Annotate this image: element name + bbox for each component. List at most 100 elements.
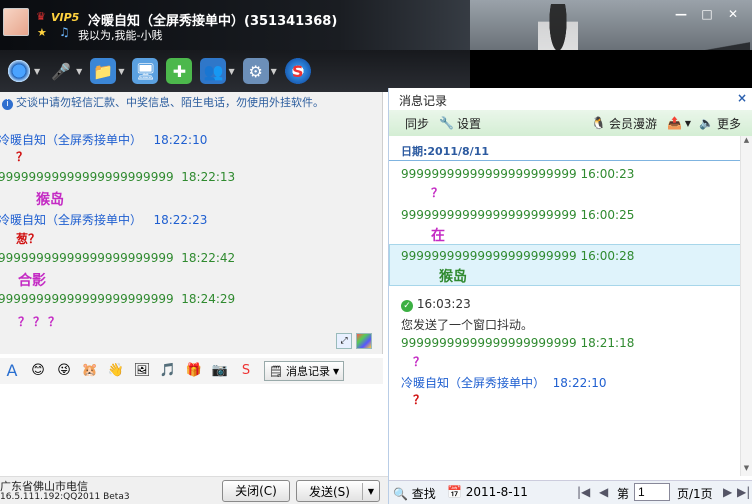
qq-show-icon[interactable]: S bbox=[236, 361, 256, 381]
group-chat-icon: 👥 bbox=[200, 58, 227, 84]
history-message-header: 99999999999999999999999 18:21:18 bbox=[401, 336, 635, 350]
folder-icon: 📁 bbox=[90, 58, 117, 84]
chevron-down-icon[interactable]: ▼ bbox=[271, 67, 277, 76]
member-roaming-button[interactable]: 🐧 会员漫游 bbox=[591, 115, 657, 132]
skin-figure bbox=[538, 4, 578, 50]
nudge-icon[interactable]: 👋 bbox=[106, 361, 126, 381]
search-button[interactable]: 🔍 查找 bbox=[393, 485, 436, 502]
message-text: ？ bbox=[16, 150, 29, 164]
contact-version: 16.5.111.192:QQ2011 Beta3 bbox=[0, 492, 130, 502]
font-icon[interactable]: A bbox=[2, 361, 22, 381]
remote-assist-tool[interactable]: 🖥 bbox=[132, 58, 159, 84]
date-picker[interactable]: 📅 2011-8-11 bbox=[447, 485, 528, 499]
history-title: 消息记录 bbox=[399, 94, 448, 108]
sync-button[interactable]: 同步 bbox=[405, 115, 429, 132]
history-message-header: 99999999999999999999999 16:00:25 bbox=[401, 208, 635, 222]
skin-road bbox=[570, 40, 750, 50]
expand-icon[interactable]: ⤢ bbox=[336, 333, 352, 349]
security-notice: i 交谈中请勿轻信汇款、中奖信息、陌生电话，勿使用外挂软件。 bbox=[2, 94, 324, 110]
history-message-header: 99999999999999999999999 16:00:23 bbox=[401, 167, 635, 181]
bottom-bar: 广东省佛山市电信 16.5.111.192:QQ2011 Beta3 关闭(C)… bbox=[0, 476, 388, 504]
more-button[interactable]: 🔈 更多 bbox=[699, 115, 741, 132]
chevron-down-icon: ▼ bbox=[684, 118, 692, 128]
send-button[interactable]: 发送(S) ▼ bbox=[296, 480, 380, 502]
group-chat-tool[interactable]: 👥 ▼ bbox=[200, 58, 235, 84]
qq-safe-tool[interactable]: S bbox=[284, 58, 311, 84]
chat-history-area[interactable]: i 交谈中请勿轻信汇款、中奖信息、陌生电话，勿使用外挂软件。 冷暖自知（全屏秀接单… bbox=[0, 92, 383, 354]
window-controls: — □ ✕ bbox=[670, 6, 744, 22]
info-icon: i bbox=[2, 99, 13, 110]
settings-icon: ⚙ bbox=[242, 58, 269, 84]
next-page-icon[interactable]: ▶ bbox=[723, 485, 732, 499]
chat-view-tools: ⤢ bbox=[336, 333, 372, 349]
message-header: 99999999999999999999999 18:24:29 bbox=[0, 292, 236, 306]
close-history-button[interactable]: × bbox=[737, 91, 747, 105]
last-page-icon[interactable]: ▶| bbox=[737, 485, 750, 499]
shake-header: ✓ 16:03:23 bbox=[401, 297, 471, 312]
input-toolbar: A 😊 😜 🐹 👋 🖼 🎵 🎁 📷 S 🗒 消息记录 ▼ bbox=[0, 358, 383, 384]
shake-text: 您发送了一个窗口抖动。 bbox=[401, 318, 534, 332]
scroll-up-icon[interactable]: ▲ bbox=[741, 136, 752, 148]
chevron-down-icon[interactable]: ▼ bbox=[228, 67, 234, 76]
history-header: 消息记录 × bbox=[389, 88, 752, 110]
chevron-down-icon[interactable]: ▼ bbox=[363, 487, 379, 496]
message-text: 葱？ bbox=[16, 232, 41, 246]
history-message-header: 冷暖自知（全屏秀接单中） 18:22:10 bbox=[401, 376, 607, 390]
calendar-icon: 📅 bbox=[447, 485, 462, 499]
penguin-icon: 🐧 bbox=[590, 116, 606, 130]
qq-safe-icon: S bbox=[284, 58, 311, 84]
message-header: 99999999999999999999999 18:22:13 bbox=[0, 170, 236, 184]
screenshot-icon[interactable]: 📷 bbox=[210, 361, 230, 381]
music-share-icon[interactable]: 🎵 bbox=[158, 361, 178, 381]
send-label: 发送(S) bbox=[297, 482, 363, 500]
message-record-button[interactable]: 🗒 消息记录 ▼ bbox=[264, 361, 345, 381]
first-page-icon[interactable]: |◀ bbox=[577, 485, 590, 499]
chat-pane: i 交谈中请勿轻信汇款、中奖信息、陌生电话，勿使用外挂软件。 冷暖自知（全屏秀接单… bbox=[0, 92, 388, 504]
chevron-down-icon[interactable]: ▼ bbox=[34, 67, 40, 76]
export-button[interactable]: 📤 ▼ bbox=[667, 116, 691, 130]
check-icon: ✓ bbox=[401, 300, 413, 312]
message-text: 合影 bbox=[18, 273, 46, 289]
video-call-tool[interactable]: ▼ bbox=[6, 58, 40, 84]
history-scrollbar[interactable]: ▲ ▼ bbox=[740, 136, 752, 476]
history-message-text: 猴岛 bbox=[439, 269, 467, 285]
app-add-tool[interactable]: ✚ bbox=[166, 58, 193, 84]
page-number-input[interactable] bbox=[634, 483, 670, 501]
scroll-down-icon[interactable]: ▼ bbox=[741, 464, 752, 476]
close-chat-button[interactable]: 关闭(C) bbox=[222, 480, 290, 502]
close-window-button[interactable]: ✕ bbox=[722, 6, 744, 22]
image-icon[interactable]: 🖼 bbox=[132, 361, 152, 381]
voice-call-tool[interactable]: 🎤 ▼ bbox=[48, 58, 82, 84]
webcam-icon bbox=[6, 58, 32, 84]
minimize-button[interactable]: — bbox=[670, 6, 692, 22]
emoji-icon[interactable]: 😊 bbox=[28, 361, 48, 381]
settings-tool[interactable]: ⚙ ▼ bbox=[242, 58, 277, 84]
history-message-text: 在 bbox=[431, 228, 445, 244]
chevron-down-icon[interactable]: ▼ bbox=[118, 67, 124, 76]
chat-toolbar: ▼ 🎤 ▼ 📁 ▼ 🖥 ✚ 👥 ▼ ⚙ ▼ S bbox=[0, 50, 470, 92]
app-add-icon: ✚ bbox=[166, 58, 193, 84]
chevron-down-icon: ▼ bbox=[332, 366, 340, 376]
history-message-header: 99999999999999999999999 16:00:28 bbox=[401, 249, 635, 263]
history-message-text: ？ bbox=[413, 393, 426, 407]
notice-text: 交谈中请勿轻信汇款、中奖信息、陌生电话，勿使用外挂软件。 bbox=[16, 96, 324, 109]
microphone-icon: 🎤 bbox=[51, 61, 72, 81]
file-transfer-tool[interactable]: 📁 ▼ bbox=[90, 58, 124, 84]
history-message-text: ？ bbox=[413, 355, 426, 369]
prev-page-icon[interactable]: ◀ bbox=[599, 485, 608, 499]
page-prefix: 第 bbox=[617, 487, 630, 501]
sticker-icon[interactable]: 🐹 bbox=[80, 361, 100, 381]
chevron-down-icon[interactable]: ▼ bbox=[76, 67, 82, 76]
history-footer: 🔍 查找 📅 2011-8-11 |◀ ◀ 第 页/1页 ▶ ▶| bbox=[389, 480, 752, 504]
magic-emoji-icon[interactable]: 😜 bbox=[54, 361, 74, 381]
avatar[interactable] bbox=[3, 8, 29, 36]
settings-button[interactable]: 🔧 设置 bbox=[439, 115, 481, 132]
gift-icon[interactable]: 🎁 bbox=[184, 361, 204, 381]
history-message-text: ？ bbox=[431, 186, 444, 200]
maximize-button[interactable]: □ bbox=[696, 6, 718, 22]
message-history-panel: 消息记录 × 同步 🔧 设置 🐧 会员漫游 📤 ▼ 🔈 更多 日期:2011/8/11 … bbox=[388, 88, 752, 504]
music-icon[interactable]: ♫ bbox=[59, 25, 70, 39]
color-palette-icon[interactable] bbox=[356, 333, 372, 349]
message-input[interactable] bbox=[0, 386, 383, 476]
title-bar: ♛ VIP5 ★ ♫ 冷暖自知（全屏秀接单中）(351341368) 我以为,我… bbox=[0, 0, 752, 50]
